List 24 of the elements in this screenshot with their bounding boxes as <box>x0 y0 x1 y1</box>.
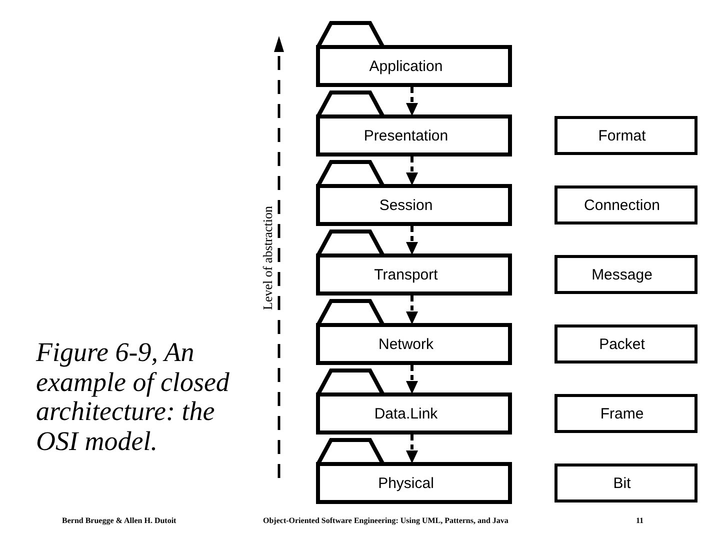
layer-name: Session <box>379 197 433 214</box>
layer-name: Presentation <box>364 128 448 144</box>
footer-book-title: Object-Oriented Software Engineering: Using UML, Patterns, and Java <box>263 516 508 525</box>
down-arrow <box>406 434 418 464</box>
service-label: Packet <box>599 336 645 353</box>
figure-caption: Figure 6-9, An example of closed architecture: the OSI model. <box>36 338 230 456</box>
footer-authors: Bernd Bruegge & Allen H. Dutoit <box>62 516 176 525</box>
down-arrow <box>406 296 418 324</box>
service-label: Format <box>598 128 646 144</box>
down-arrow <box>406 87 418 116</box>
down-arrow <box>406 226 418 255</box>
page-number: 11 <box>636 516 644 525</box>
service-label: Bit <box>613 475 631 492</box>
layer-name: Data.Link <box>374 406 438 422</box>
service-label: Connection <box>584 197 660 214</box>
layer-name: Transport <box>374 266 438 284</box>
down-arrow <box>406 156 418 186</box>
layer-name: Physical <box>378 475 434 492</box>
down-arrow <box>406 365 418 394</box>
layer-name: Network <box>378 336 434 353</box>
layer-name: Application <box>369 58 443 75</box>
axis-label: Level of abstraction <box>260 206 275 310</box>
service-label: Message <box>592 266 652 284</box>
service-label: Frame <box>600 406 644 422</box>
